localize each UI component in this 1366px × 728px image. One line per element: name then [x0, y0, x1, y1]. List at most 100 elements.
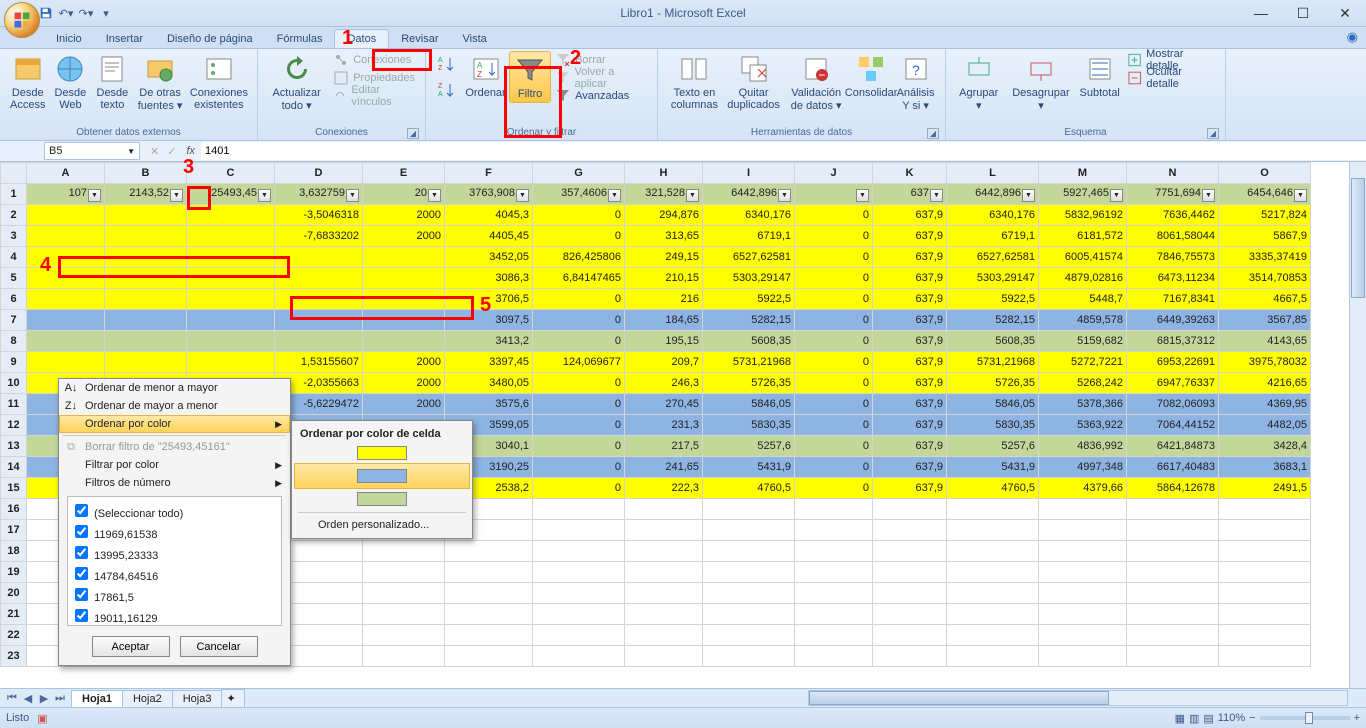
cell[interactable]: 3086,3 — [445, 268, 533, 289]
cell[interactable]: 6340,176 — [703, 205, 795, 226]
cell[interactable]: 5217,824 — [1219, 205, 1311, 226]
dialog-launcher-icon[interactable]: ◢ — [927, 128, 939, 139]
sort-asc-button[interactable]: AZ — [432, 51, 460, 77]
cell[interactable] — [947, 499, 1039, 520]
cell[interactable]: 6,84147465 — [533, 268, 625, 289]
cell[interactable]: 5608,35 — [703, 331, 795, 352]
cell[interactable]: 637▼ — [873, 184, 947, 205]
cell[interactable]: 3,632759▼ — [275, 184, 363, 205]
cell[interactable] — [873, 625, 947, 646]
cell[interactable]: 3480,05 — [445, 373, 533, 394]
row-header[interactable]: 2 — [1, 205, 27, 226]
cell[interactable]: 184,65 — [625, 310, 703, 331]
column-header[interactable]: J — [795, 163, 873, 184]
cell[interactable] — [625, 499, 703, 520]
cell[interactable] — [947, 604, 1039, 625]
cell[interactable]: 8061,58044 — [1127, 226, 1219, 247]
cell[interactable] — [105, 226, 187, 247]
cell[interactable]: 222,3 — [625, 478, 703, 499]
cell[interactable]: 637,9 — [873, 415, 947, 436]
cell[interactable]: 5608,35 — [947, 331, 1039, 352]
sheet-nav-last-icon[interactable]: ⏭ — [52, 692, 68, 705]
cell[interactable]: 4369,95 — [1219, 394, 1311, 415]
row-header[interactable]: 14 — [1, 457, 27, 478]
cell[interactable] — [1127, 499, 1219, 520]
cell[interactable]: 5731,21968 — [947, 352, 1039, 373]
cell[interactable] — [1219, 499, 1311, 520]
cell[interactable]: 4760,5 — [703, 478, 795, 499]
dialog-launcher-icon[interactable]: ◢ — [1207, 128, 1219, 139]
cell[interactable]: 124,069677 — [533, 352, 625, 373]
cell[interactable]: 0 — [533, 289, 625, 310]
cell[interactable] — [445, 604, 533, 625]
column-header[interactable]: H — [625, 163, 703, 184]
cell[interactable] — [1127, 625, 1219, 646]
filter-values-list[interactable]: (Seleccionar todo) 11969,61538 13995,233… — [67, 496, 282, 626]
cell[interactable]: 5922,5 — [947, 289, 1039, 310]
advanced-button[interactable]: Avanzadas — [551, 87, 651, 105]
formula-input[interactable] — [201, 142, 1366, 160]
cell[interactable] — [703, 646, 795, 667]
cell[interactable] — [625, 583, 703, 604]
hide-detail-button[interactable]: Ocultar detalle — [1123, 69, 1219, 87]
zoom-in-button[interactable]: + — [1354, 712, 1360, 724]
cell[interactable]: 6442,896▼ — [947, 184, 1039, 205]
tab-inicio[interactable]: Inicio — [44, 30, 94, 48]
tab-revisar[interactable]: Revisar — [389, 30, 450, 48]
cell[interactable] — [873, 562, 947, 583]
cell[interactable] — [275, 310, 363, 331]
cell[interactable]: 0 — [533, 226, 625, 247]
name-box[interactable]: B5▼ — [44, 142, 140, 160]
column-header[interactable]: A — [27, 163, 105, 184]
cell[interactable]: 5922,5 — [703, 289, 795, 310]
cell[interactable]: 4836,992 — [1039, 436, 1127, 457]
cell[interactable]: 6947,76337 — [1127, 373, 1219, 394]
filter-value-checkbox[interactable] — [75, 525, 88, 538]
cell[interactable] — [533, 646, 625, 667]
cell[interactable]: 6454,646▼ — [1219, 184, 1311, 205]
cell[interactable]: 2000 — [363, 205, 445, 226]
horizontal-scrollbar[interactable] — [808, 690, 1348, 706]
sheet-tab-3[interactable]: Hoja3 — [172, 690, 223, 707]
cell[interactable] — [363, 247, 445, 268]
cell[interactable]: 2000 — [363, 373, 445, 394]
cell[interactable]: 6181,572 — [1039, 226, 1127, 247]
cell[interactable] — [187, 205, 275, 226]
cell[interactable]: 5257,6 — [947, 436, 1039, 457]
column-header[interactable]: B — [105, 163, 187, 184]
cell[interactable]: 5431,9 — [703, 457, 795, 478]
cell[interactable] — [105, 310, 187, 331]
cell[interactable]: 6340,176 — [947, 205, 1039, 226]
cell[interactable] — [363, 646, 445, 667]
cell[interactable] — [445, 583, 533, 604]
sort-by-color-item[interactable]: Ordenar por color▶ — [59, 415, 290, 433]
number-filters-item[interactable]: Filtros de número▶ — [59, 474, 290, 492]
cell[interactable]: 826,425806 — [533, 247, 625, 268]
cell[interactable] — [873, 520, 947, 541]
data-validation-button[interactable]: Validación de datos ▾ — [782, 51, 850, 114]
cell[interactable]: 246,3 — [625, 373, 703, 394]
cell[interactable] — [445, 562, 533, 583]
cell[interactable] — [105, 289, 187, 310]
cell[interactable] — [363, 604, 445, 625]
cell[interactable] — [363, 583, 445, 604]
cell[interactable]: 637,9 — [873, 205, 947, 226]
cell[interactable]: 357,4606▼ — [533, 184, 625, 205]
cell[interactable]: 5257,6 — [703, 436, 795, 457]
cell[interactable]: 6953,22691 — [1127, 352, 1219, 373]
cell[interactable] — [363, 625, 445, 646]
connections-button[interactable]: Conexiones — [329, 51, 419, 69]
cell[interactable] — [445, 625, 533, 646]
filter-value-checkbox[interactable] — [75, 546, 88, 559]
column-header[interactable]: K — [873, 163, 947, 184]
help-icon[interactable]: ◉ — [1347, 29, 1358, 45]
row-header[interactable]: 19 — [1, 562, 27, 583]
refresh-all-button[interactable]: Actualizar todo ▾ — [264, 51, 329, 114]
cell[interactable]: 217,5 — [625, 436, 703, 457]
existing-conn-button[interactable]: Conexiones existentes — [187, 51, 251, 113]
cell[interactable]: 195,15 — [625, 331, 703, 352]
select-all-checkbox[interactable] — [75, 504, 88, 517]
filter-dropdown-icon[interactable]: ▼ — [778, 189, 791, 202]
cell[interactable]: 6719,1 — [703, 226, 795, 247]
cell[interactable]: 3575,6 — [445, 394, 533, 415]
